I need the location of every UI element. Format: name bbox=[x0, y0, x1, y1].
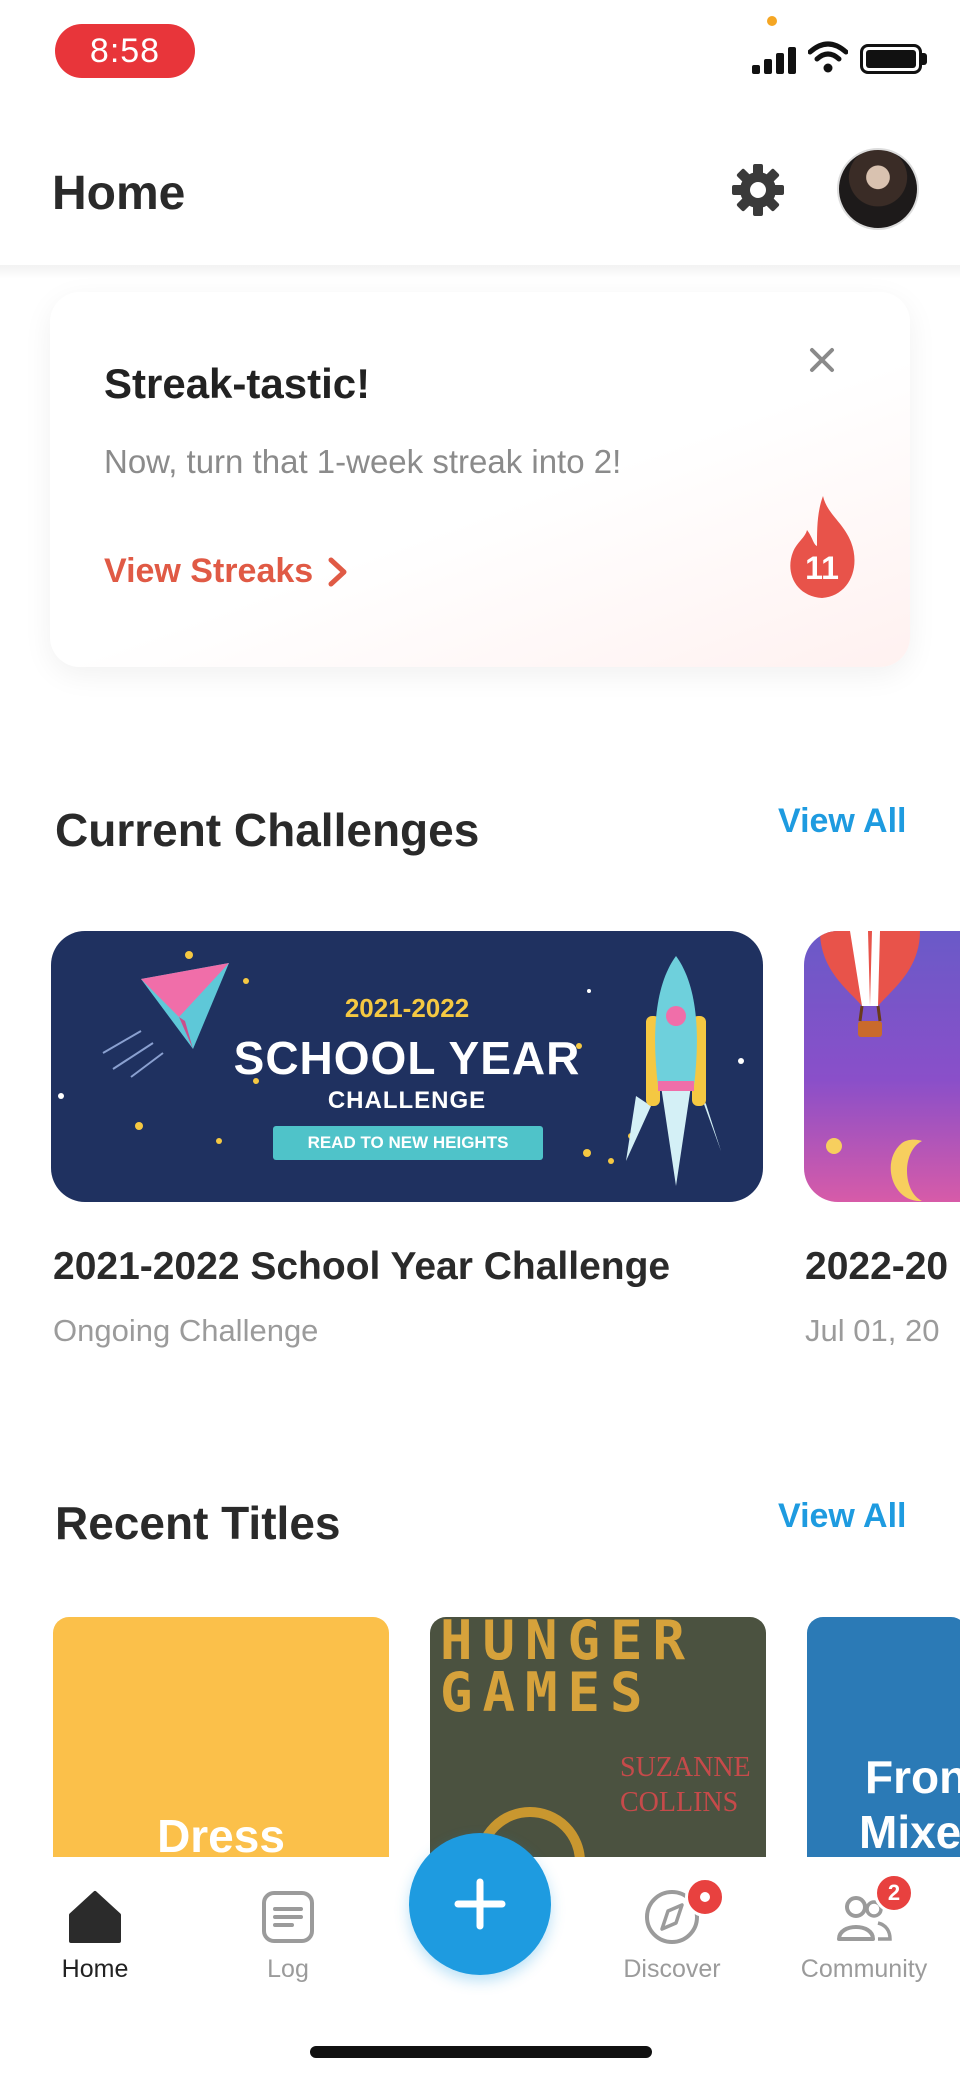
close-icon bbox=[810, 348, 834, 372]
challenge-status: Ongoing Challenge bbox=[53, 1313, 319, 1348]
page-title: Home bbox=[52, 167, 186, 220]
streak-message: Now, turn that 1-week streak into 2! bbox=[104, 443, 622, 480]
app-header: Home bbox=[0, 130, 960, 260]
book-author-line1: SUZANNE bbox=[620, 1752, 751, 1783]
tab-label: Community bbox=[800, 1955, 928, 1983]
recent-titles-title: Recent Titles bbox=[55, 1497, 341, 1549]
book-cover[interactable]: HUNGER GAMES SUZANNE COLLINS bbox=[430, 1617, 766, 1857]
banner-tagline: READ TO NEW HEIGHTS bbox=[273, 1126, 543, 1160]
header-divider bbox=[0, 265, 960, 279]
book-title-line2: Mixe bbox=[859, 1806, 960, 1857]
tab-community[interactable]: Community 2 bbox=[789, 1873, 939, 1997]
close-button[interactable] bbox=[802, 340, 842, 380]
battery-icon bbox=[860, 44, 922, 74]
challenge-name[interactable]: 2022-20 bbox=[805, 1245, 948, 1289]
community-notification-badge: 2 bbox=[874, 1873, 914, 1913]
view-streaks-label: View Streaks bbox=[104, 552, 314, 590]
challenge-date: Jul 01, 20 bbox=[805, 1313, 940, 1348]
star-dot bbox=[826, 1138, 842, 1154]
book-author-line2: COLLINS bbox=[620, 1787, 739, 1818]
book-title-line2: GAMES bbox=[440, 1661, 653, 1724]
hot-air-balloon-icon bbox=[820, 931, 920, 1037]
avatar[interactable] bbox=[837, 148, 919, 230]
discover-notification-badge bbox=[685, 1877, 725, 1917]
book-cover[interactable]: Fron Mixe bbox=[807, 1617, 960, 1857]
plus-icon bbox=[454, 1878, 506, 1930]
challenge-banner-school-year[interactable]: 2021-2022 SCHOOL YEAR CHALLENGE READ TO … bbox=[51, 931, 763, 1202]
wifi-icon bbox=[808, 41, 848, 73]
tab-label: Log bbox=[267, 1955, 309, 1983]
privacy-indicator-dot bbox=[767, 16, 777, 26]
tab-home[interactable]: Home bbox=[20, 1887, 170, 1997]
banner-sub-text: CHALLENGE bbox=[327, 1087, 487, 1114]
tab-label: Discover bbox=[623, 1955, 721, 1983]
home-indicator bbox=[310, 2046, 652, 2058]
streak-count: 11 bbox=[805, 550, 839, 586]
book-cover[interactable]: Dress bbox=[53, 1617, 389, 1857]
book-cover-text: Dress bbox=[157, 1810, 285, 1857]
moon-icon bbox=[890, 1139, 922, 1202]
current-challenges-title: Current Challenges bbox=[55, 804, 480, 856]
gear-icon[interactable] bbox=[730, 162, 786, 218]
status-time: 8:58 bbox=[55, 24, 195, 78]
challenge-name[interactable]: 2021-2022 School Year Challenge bbox=[53, 1245, 670, 1289]
tab-log[interactable]: Log bbox=[213, 1887, 363, 1997]
home-icon bbox=[69, 1891, 121, 1943]
challenge-banner-next[interactable]: 1 bbox=[804, 931, 960, 1202]
log-icon bbox=[262, 1891, 314, 1943]
recent-titles-view-all-link[interactable]: View All bbox=[778, 1497, 907, 1536]
status-bar: 8:58 bbox=[0, 0, 960, 110]
streak-title: Streak-tastic! bbox=[104, 360, 371, 407]
add-button[interactable] bbox=[409, 1833, 551, 1975]
book-title-line1: Fron bbox=[865, 1751, 960, 1803]
banner-year: 2021-2022 bbox=[344, 993, 470, 1023]
tab-discover[interactable]: Discover bbox=[597, 1877, 747, 1997]
tab-label: Home bbox=[61, 1955, 129, 1983]
cellular-signal-icon bbox=[752, 44, 798, 74]
challenges-view-all-link[interactable]: View All bbox=[778, 802, 907, 841]
banner-main-text: SCHOOL YEAR bbox=[233, 1032, 581, 1084]
streak-card: Streak-tastic! Now, turn that 1-week str… bbox=[50, 292, 910, 667]
chevron-right-icon bbox=[328, 557, 347, 586]
battery-cap bbox=[922, 53, 927, 65]
view-streaks-link[interactable]: View Streaks bbox=[104, 552, 349, 591]
